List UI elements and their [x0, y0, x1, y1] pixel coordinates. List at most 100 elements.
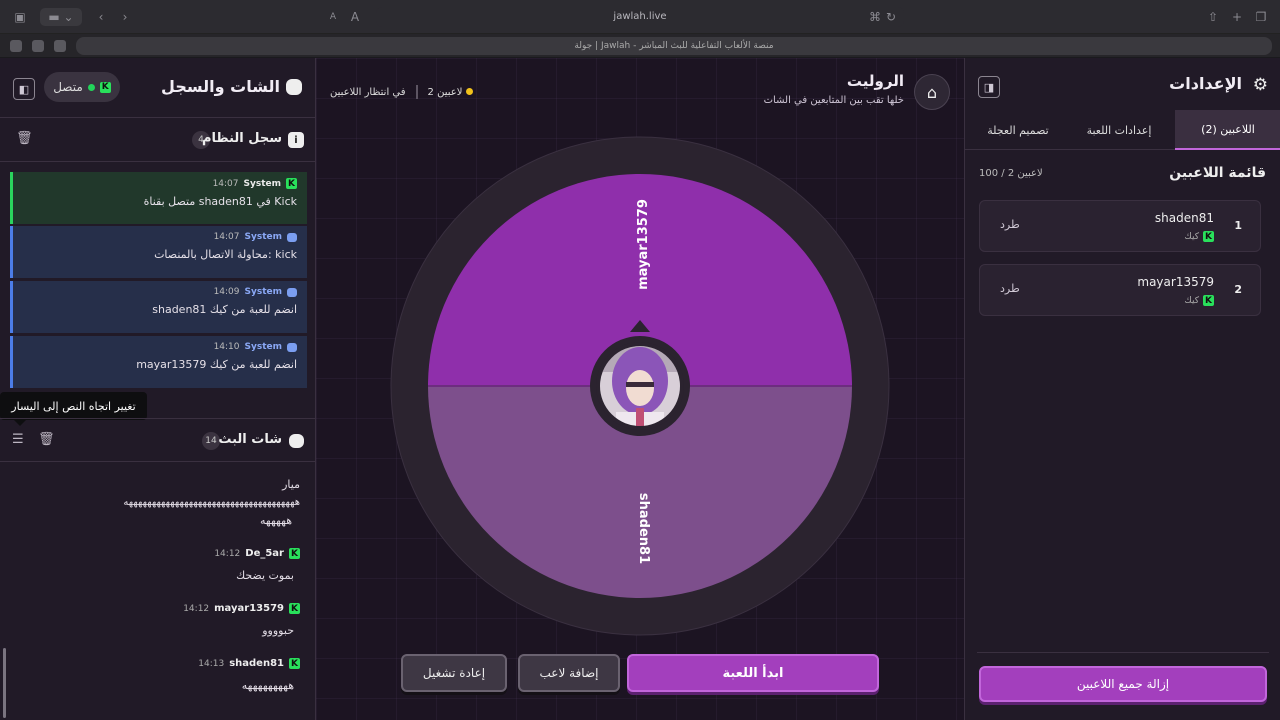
address-bar[interactable]: jawlah.live: [376, 7, 904, 27]
connection-status: متصل K: [44, 72, 120, 102]
chat-bubble-icon: [286, 79, 302, 95]
platform-label: كيك: [1184, 295, 1199, 306]
player-card: طرد mayar13579 كيك K 2: [979, 264, 1261, 316]
pinned-tab-icon[interactable]: [10, 40, 22, 52]
info-icon: i: [288, 132, 304, 148]
chat-message: 14:12 De_5ar K بموت يضحك: [0, 548, 300, 585]
kick-logo-icon: K: [289, 548, 300, 559]
pinned-tab-icon[interactable]: [54, 40, 66, 52]
text-larger-icon[interactable]: A: [348, 8, 362, 26]
stream-chat-title: شات البث: [218, 432, 282, 447]
message-time: 14:12: [214, 548, 241, 559]
online-dot-icon: [87, 83, 95, 91]
message-sender: mayar13579: [214, 603, 284, 614]
stream-chat-count: 14: [202, 432, 220, 450]
player-name: mayar13579: [1137, 275, 1214, 289]
clear-log-trash-icon[interactable]: 🗑: [16, 131, 33, 146]
game-subtitle: خلها تقب بين المتابعين في الشات: [763, 95, 904, 106]
segment-label: mayar13579: [635, 199, 651, 290]
remove-all-players-button[interactable]: إزالة جميع اللاعبين: [979, 666, 1267, 702]
collapse-panel-icon[interactable]: ◨: [978, 76, 1000, 98]
translate-icon[interactable]: ⌘: [868, 8, 882, 26]
system-message: 14:10 System mayar13579 انضم للعبة من كيك: [10, 336, 307, 388]
tab-group-button[interactable]: ▬ ⌄: [40, 8, 82, 26]
start-game-button[interactable]: ابدأ اللعبة: [627, 654, 879, 692]
message-text: هههههه: [260, 514, 292, 527]
system-bot-icon: [287, 232, 297, 242]
message-time: 14:07: [213, 232, 240, 242]
kick-player-button[interactable]: طرد: [1000, 282, 1020, 295]
back-icon[interactable]: ‹: [94, 8, 108, 26]
kick-player-button[interactable]: طرد: [1000, 218, 1020, 231]
add-player-button[interactable]: إضافة لاعب: [518, 654, 620, 692]
message-sender: De_5ar: [245, 548, 284, 559]
settings-tabs: تصميم العجلة إعدادات اللعبة اللاعبين (2): [965, 110, 1280, 150]
waiting-dot-icon: [466, 87, 474, 95]
tab-game-settings[interactable]: إعدادات اللعبة: [1065, 110, 1173, 150]
sidebar-toggle-icon[interactable]: ▣: [12, 8, 28, 26]
game-title: الروليت: [846, 72, 904, 90]
system-message: 14:07 System محاولة الاتصال بالمنصات: kic…: [10, 226, 307, 278]
message-time: 14:12: [183, 603, 210, 614]
game-area: في انتظار اللاعبين 2 لاعبين الروليت خلها…: [316, 58, 964, 720]
message-text: هههههههههه: [241, 679, 294, 692]
text-smaller-icon[interactable]: A: [326, 8, 340, 26]
message-text: mayar13579 انضم للعبة من كيك: [136, 358, 297, 371]
chat-message: 14:13 shaden81 K هههههههههه: [0, 658, 300, 695]
settings-panel: ◨ الإعدادات ⚙ تصميم العجلة إعدادات اللعب…: [964, 58, 1280, 720]
message-sender: System: [244, 342, 283, 352]
divider: [977, 652, 1269, 653]
status-label: متصل: [53, 80, 83, 94]
tab-overview-icon[interactable]: ❐: [1254, 8, 1268, 26]
chat-panel: ◧ متصل K الشات والسجل 🗑 4 سجل النظام i 1…: [0, 58, 316, 720]
message-text: ميار: [282, 478, 300, 491]
browser-toolbar: ▣ ▬ ⌄ ‹ › A A ≣ jawlah.live ⌘ ↻ ⇧ + ❐: [0, 0, 1280, 34]
reload-icon[interactable]: ↻: [884, 8, 898, 26]
restart-button[interactable]: إعادة تشغيل: [401, 654, 507, 692]
chat-scrollbar[interactable]: [3, 648, 6, 718]
chat-panel-header: ◧ متصل K الشات والسجل: [0, 58, 316, 118]
kick-logo-icon: K: [1203, 231, 1214, 242]
new-tab-icon[interactable]: +: [1230, 8, 1244, 26]
share-icon[interactable]: ⇧: [1206, 8, 1220, 26]
chat-bubble-icon: [289, 434, 304, 448]
player-platform: كيك K: [1184, 231, 1214, 242]
message-text: shaden81 انضم للعبة من كيك: [152, 303, 297, 316]
kick-logo-icon: K: [289, 658, 300, 669]
home-icon[interactable]: ⌂: [914, 74, 950, 110]
message-sender: System: [244, 232, 283, 242]
forward-icon[interactable]: ›: [118, 8, 132, 26]
text-direction-tooltip: تغيير اتجاه النص إلى اليسار: [0, 392, 147, 426]
kick-logo-icon: K: [289, 603, 300, 614]
chat-panel-title: الشات والسجل: [161, 77, 280, 96]
system-bot-icon: [287, 287, 297, 297]
text-direction-icon[interactable]: ☰: [12, 432, 24, 447]
pinned-tab-icon[interactable]: [32, 40, 44, 52]
player-count-status: 2 لاعبين: [428, 87, 474, 98]
message-text: هههههههههههههههههههههههههههههههههههههه: [123, 497, 300, 508]
tab-wheel-design[interactable]: تصميم العجلة: [971, 110, 1065, 150]
message-text: محاولة الاتصال بالمنصات: kick: [154, 248, 297, 261]
message-sender: System: [244, 287, 283, 297]
roulette-wheel[interactable]: mayar13579 shaden81: [390, 136, 890, 636]
system-bot-icon: [287, 342, 297, 352]
system-message: 14:07 System K متصل بقناة shaden81 في Kick: [10, 172, 307, 224]
chat-message-partial: ميار ههههههههههههههههههههههههههههههههههه…: [0, 476, 300, 530]
platform-label: كيك: [1184, 231, 1199, 242]
player-card: طرد shaden81 كيك K 1: [979, 200, 1261, 252]
system-log-title: سجل النظام: [202, 131, 282, 146]
collapse-panel-icon[interactable]: ◧: [13, 78, 35, 100]
players-heading: قائمة اللاعبين: [1169, 165, 1266, 181]
message-text: حبوووو: [262, 624, 294, 637]
active-browser-tab[interactable]: جولة | Jawlah - منصة الألعاب التفاعلية ل…: [76, 37, 1272, 55]
tab-players[interactable]: اللاعبين (2): [1175, 110, 1280, 150]
message-time: 14:09: [213, 287, 240, 297]
game-status-row: في انتظار اللاعبين 2 لاعبين: [330, 85, 474, 99]
system-log-header: 🗑 4 سجل النظام i: [0, 118, 316, 162]
message-time: 14:07: [212, 178, 239, 189]
kick-logo-icon: K: [99, 81, 111, 93]
chat-message: 14:12 mayar13579 K حبوووو: [0, 603, 300, 640]
browser-tab-strip: جولة | Jawlah - منصة الألعاب التفاعلية ل…: [0, 34, 1280, 58]
settings-title: الإعدادات: [1169, 74, 1242, 93]
clear-chat-trash-icon[interactable]: 🗑: [38, 432, 55, 447]
